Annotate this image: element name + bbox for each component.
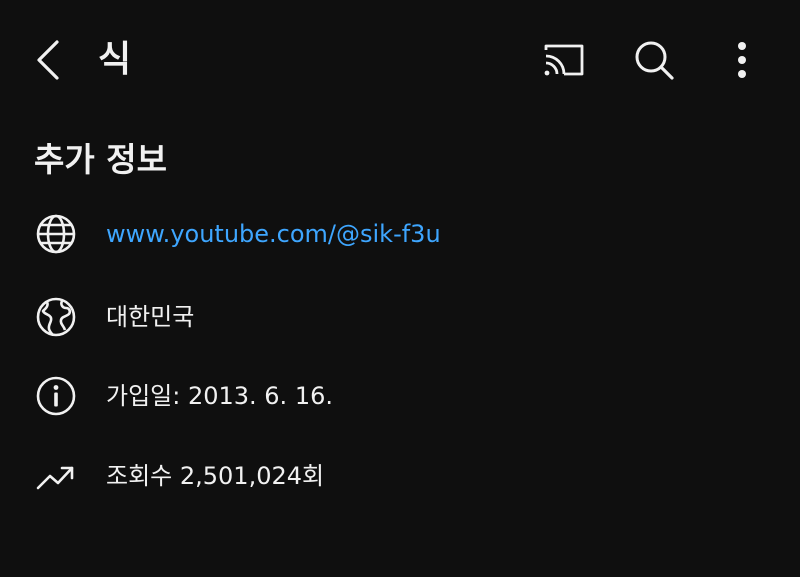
joined-date-row: 가입일: 2013. 6. 16. — [34, 372, 774, 420]
view-count-text: 조회수 2,501,024회 — [106, 462, 325, 490]
channel-link-row[interactable]: www.youtube.com/@sik-f3u — [34, 210, 774, 258]
earth-icon — [34, 295, 78, 339]
search-button[interactable] — [628, 34, 680, 86]
back-button[interactable] — [22, 34, 74, 86]
view-count-row: 조회수 2,501,024회 — [34, 452, 774, 500]
channel-name: 식 — [98, 39, 132, 80]
country-text: 대한민국 — [106, 303, 195, 331]
channel-about-page: 식 추가 정보 www.youtube.com/@sik-f3u 대한민국 가입… — [0, 0, 800, 577]
cast-button[interactable] — [536, 34, 592, 86]
section-title: 추가 정보 — [34, 140, 167, 179]
country-row: 대한민국 — [34, 293, 774, 341]
chevron-left-icon — [37, 40, 59, 80]
channel-link[interactable]: www.youtube.com/@sik-f3u — [106, 218, 441, 250]
top-app-bar: 식 — [0, 0, 800, 120]
search-icon — [635, 41, 674, 80]
joined-date-text: 가입일: 2013. 6. 16. — [106, 382, 333, 410]
trending-up-icon — [34, 454, 78, 498]
more-vertical-icon — [738, 42, 746, 78]
info-icon — [34, 374, 78, 418]
cast-icon — [544, 44, 584, 76]
globe-icon — [34, 212, 78, 256]
more-options-button[interactable] — [716, 34, 768, 86]
